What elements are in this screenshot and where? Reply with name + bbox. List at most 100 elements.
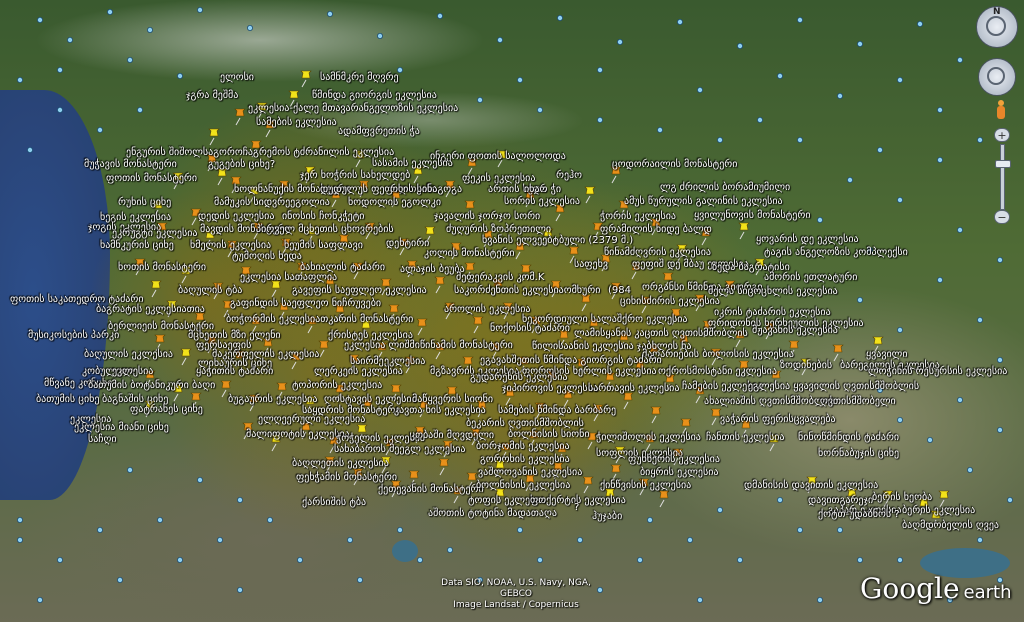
zoom-track[interactable] — [1000, 144, 1005, 210]
placemark-label[interactable]: მამუკის სიდვრეეგოლია — [214, 197, 330, 208]
placemark-label[interactable]: ? — [574, 502, 579, 513]
placemark-label[interactable]: იხარ ჭი — [524, 184, 561, 195]
look-around-control[interactable] — [978, 58, 1016, 96]
placemark-label[interactable]: ეკლესია სათაფლია — [240, 272, 337, 283]
placemark-label[interactable]: ფრამილის ხიდე ბალდ — [600, 224, 712, 235]
placemark-label[interactable]: ბაღულის ეკლესია — [84, 349, 173, 360]
placemark-label[interactable]: ხოდოლის ეგოლკი — [348, 197, 441, 208]
placemark-label[interactable]: ამუს წურულის გალინის ეკლესია — [624, 196, 783, 207]
placemark-label[interactable]: ეგავახშეთის წმინდა გიორგის ტაძარი — [480, 355, 662, 366]
placemark-label[interactable]: გუგების ციხე? — [208, 159, 275, 170]
map-view[interactable]: ელოსი სამნმკრე მღვრე ჯგრა მეშმა წმინდა გიორ… — [0, 0, 1024, 622]
placemark-label[interactable]: ბიყრის ეკლესია — [640, 467, 718, 478]
placemark-label[interactable]: ბათუმის ბოტანიკური ბაღი — [88, 380, 215, 391]
placemark-label[interactable]: საფეხვ — [574, 259, 608, 270]
placemark-label[interactable]: ფოთის მონასტერი — [106, 173, 197, 184]
placemark-label[interactable]: ბოლნისის ეკლესია — [476, 480, 570, 491]
placemark-label[interactable]: მაწყვერის სიონი — [412, 394, 493, 405]
placemark-label[interactable]: კობაში მღვდელი — [410, 430, 494, 441]
placemark-label[interactable]: ბუგაურის ეკლესია — [228, 394, 317, 405]
placemark-label[interactable]: სახაბაროს მეეგლ ეკლესია — [334, 444, 465, 455]
placemark-label[interactable]: ბორჯომის ეკლესია — [476, 441, 570, 452]
placemark-label[interactable]: ცოდორაილის მონასტერი — [612, 159, 737, 170]
placemark-label[interactable]: იკრის ტაძარის ეკლესია — [714, 307, 831, 318]
placemark-label[interactable]: სართავის ეკლესია — [588, 383, 679, 394]
placemark-label[interactable]: ხამნკურის ციხე — [100, 240, 174, 251]
placemark-label[interactable]: ქარსიშის ტბა — [302, 497, 366, 508]
placemark-label[interactable]: ბოჭორმის ეკლესიათკარის მონასტერი — [226, 314, 413, 325]
placemark-label[interactable]: რეჰო — [556, 170, 582, 181]
placemark-label[interactable]: დედის ეკლესია — [198, 211, 274, 222]
placemark-label[interactable]: პირველ მცხეთის ცხოვრების — [256, 224, 394, 235]
placemark-label[interactable]: ბაღმდობელის ღვეა — [902, 520, 999, 531]
placemark-label[interactable]: ჭილიშოლის ეკლესია — [596, 432, 701, 443]
zoom-slider[interactable]: + − — [994, 128, 1011, 224]
placemark-label[interactable]: ციხისძირის ეკლესია — [620, 296, 720, 307]
placemark-label[interactable]: დეხტირი — [386, 238, 429, 249]
placemark-label[interactable]: ბათუმის ციხე — [36, 394, 99, 405]
placemark-label[interactable]: მეფერაკვის კომ.K — [456, 272, 544, 283]
placemark-label[interactable]: ლამისყანის კაცთის ღვთისმშობლის — [574, 328, 748, 339]
placemark-label[interactable]: ყვილუნოვის მონასტერი — [694, 210, 811, 221]
placemark-label[interactable]: ელოსი — [220, 72, 254, 83]
placemark-label[interactable]: ქოტთ-უდაბნოს ? — [818, 509, 900, 520]
placemark-label[interactable]: ელღეერული ეკლესია — [258, 414, 365, 425]
placemark-label[interactable]: (984 — [608, 285, 631, 296]
placemark-label[interactable]: ღოსტავის ეკლესია — [324, 394, 417, 405]
placemark-label[interactable]: ინოსის ჩონკჭეტი — [282, 211, 364, 222]
placemark-label[interactable]: მუსიკოსების პარკი — [28, 330, 119, 341]
placemark-label[interactable]: ხმელის ეკლესია — [190, 240, 271, 251]
placemark-label[interactable]: ზოდინების — [780, 360, 832, 371]
placemark-label[interactable]: ლერკეის ეკლესია — [314, 366, 403, 377]
placemark-label[interactable]: ტოპორის ეკლესია — [292, 380, 382, 391]
placemark-label[interactable]: წინამის მონასტერი — [420, 340, 513, 351]
placemark-label[interactable]: ჯიპიროვის ეკლესია — [502, 383, 598, 394]
placemark-label[interactable]: ჩანთის ეკლესია — [706, 432, 785, 443]
placemark-label[interactable]: ხეუმის საფლავი — [284, 240, 363, 251]
placemark-label[interactable]: ქეთევანის მონასტერი — [378, 484, 484, 495]
placemark-label[interactable]: რხის სინაგოგა — [390, 184, 462, 195]
placemark-label[interactable]: ოქროსმოსტანი ეკლესია — [658, 366, 777, 377]
placemark-label[interactable]: გოროხის ეკლესია — [480, 454, 570, 465]
placemark-label[interactable]: ყოვარის დე ეკლესია — [756, 234, 859, 245]
placemark-label[interactable]: წინამძღვრის ეკლესია — [604, 247, 711, 258]
placemark-label[interactable]: ჯერ ხოჭრის სახელდებ — [300, 170, 410, 181]
placemark-label[interactable]: ღვთისმშობელი — [820, 396, 896, 407]
placemark-label[interactable]: საჩღი — [88, 434, 117, 445]
placemark-label[interactable]: მჟავანის ეკლესია — [752, 325, 838, 336]
placemark-label[interactable]: ფეხჭამის მონასტერი — [296, 472, 397, 483]
placemark-label[interactable]: ბერის ხეობა — [872, 492, 932, 503]
placemark-label[interactable]: ხორნაბუჯის ციხე — [818, 448, 899, 459]
placemark-label[interactable]: ვაჭარის ფერისცვალება — [720, 414, 836, 425]
placemark-label[interactable]: ლგ ძრილის ბორამიუმილი — [660, 182, 790, 193]
placemark-label[interactable]: გავეფის საეფლეო ეკლესია — [292, 285, 427, 296]
placemark-label[interactable]: სორის ეკლესია — [504, 196, 580, 207]
placemark-label[interactable]: სასამის ეკლესია — [372, 158, 453, 169]
placemark-label[interactable]: გაფინდის საეფლეო ნიჩრუვები — [230, 298, 381, 309]
placemark-label[interactable]: ტუმოღის ხედა — [232, 251, 302, 262]
placemark-label[interactable]: აროლის ეკლესია — [444, 304, 531, 315]
zoom-out-button[interactable]: − — [994, 210, 1010, 224]
placemark-label[interactable]: ეგლესია ყვავილის ღვთისმშობლის — [748, 381, 919, 392]
placemark-label[interactable]: რუხის ციხე — [118, 197, 171, 208]
placemark-label[interactable]: ახალიაშის ღვთისმშობლის — [704, 396, 835, 407]
placemark-label[interactable]: სამების წმინდა ბარბარე — [498, 405, 616, 416]
placemark-label[interactable]: ნოქოსის ტაძარი — [490, 323, 570, 334]
placemark-label[interactable]: გუდარეხის ეკლესია — [470, 372, 568, 383]
placemark-label[interactable]: ადამფვრეთის ჭა — [338, 126, 420, 137]
placemark-label[interactable]: მელა სიცოცხლის ეკლესია — [708, 286, 838, 297]
placemark-label[interactable]: ვაშლოვანის ეკლესია — [478, 467, 582, 478]
placemark-label[interactable]: მაღარიების ბოლოსის ეკლესია — [642, 349, 794, 360]
pegman-icon[interactable] — [996, 100, 1006, 120]
placemark-label[interactable]: წმინდა გიორგის ეკლესია — [312, 90, 437, 101]
placemark-label[interactable]: ბაღლეთის ეკლესია — [292, 458, 389, 469]
placemark-label[interactable]: ბაღულის ტბა — [178, 285, 242, 296]
placemark-label[interactable]: ბაგრატის ეკლესიათია — [96, 304, 205, 315]
placemark-label[interactable]: ალაჯის ბეუბა — [400, 264, 465, 275]
placemark-label[interactable]: ამორის ეთლატური — [764, 272, 857, 283]
zoom-in-button[interactable]: + — [994, 128, 1010, 142]
placemark-label[interactable]: ყაჭითის ტაძარი — [196, 366, 273, 377]
placemark-label[interactable]: ტაგის ანგელოზის კომპლექსი — [764, 247, 908, 258]
placemark-label[interactable]: ბოლნისის სიონი — [508, 429, 590, 440]
placemark-label[interactable]: ეკლესია-ქალე მთავარანგელოზის ეკლესია — [248, 103, 458, 114]
